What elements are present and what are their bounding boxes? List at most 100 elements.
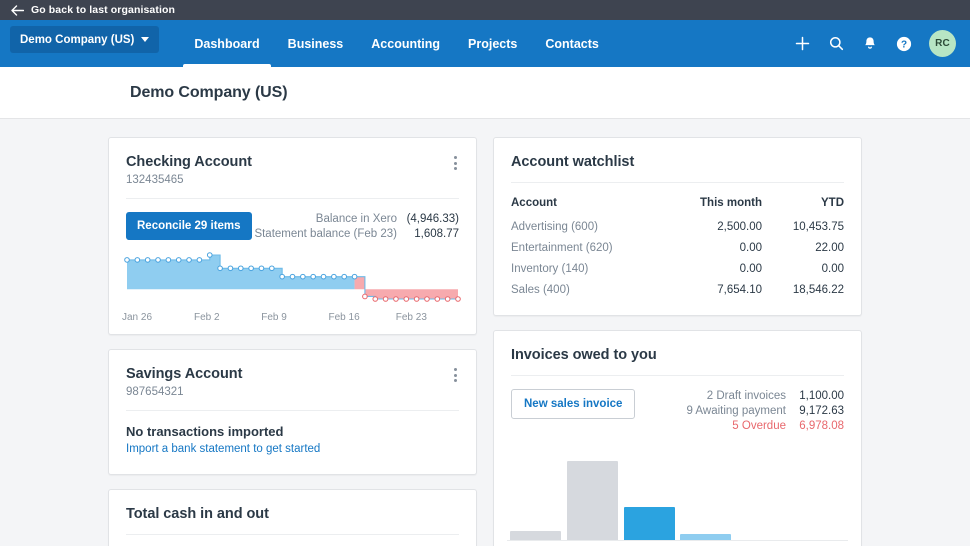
checking-account-number: 132435465	[126, 174, 184, 186]
checking-account-title: Checking Account	[126, 154, 252, 170]
import-statement-link[interactable]: Import a bank statement to get started	[126, 443, 320, 455]
xaxis-tick-label: Feb 9	[261, 312, 287, 323]
nav-items: Dashboard Business Accounting Projects C…	[180, 20, 612, 67]
invoices-owed-header: Invoices owed to you	[494, 331, 861, 363]
invoices-owed-chart: OlderFeb 16-22This weekMar 1-7Mar 8-14Fu…	[494, 435, 861, 546]
cell-this-month: 7,654.10	[717, 283, 762, 296]
invoices-owed-card: Invoices owed to you New sales invoice 2…	[493, 330, 862, 546]
overdue-row[interactable]: 5 Overdue 6,978.08	[686, 420, 844, 432]
bar	[509, 531, 561, 540]
nav-item-business[interactable]: Business	[274, 20, 358, 67]
new-sales-invoice-button[interactable]: New sales invoice	[511, 389, 636, 419]
checking-account-card: Checking Account 132435465 Reconcile 29 …	[108, 137, 477, 335]
draft-invoices-label: 2 Draft invoices	[706, 390, 786, 402]
overdue-label: 5 Overdue	[732, 420, 786, 432]
cell-ytd: 18,546.22	[792, 283, 844, 296]
table-row[interactable]: Inventory (140) 0.00 0.00	[511, 258, 844, 279]
statement-balance-value: 1,608.77	[414, 228, 459, 240]
go-back-link[interactable]: Go back to last organisation	[31, 4, 175, 16]
invoices-owed-title: Invoices owed to you	[511, 347, 657, 363]
cell-account: Inventory (140)	[511, 262, 589, 275]
right-column: Account watchlist Account This month YTD…	[493, 137, 862, 546]
table-row[interactable]: Advertising (600) 2,500.00 10,453.75	[511, 216, 844, 237]
balance-in-xero-label: Balance in Xero	[315, 213, 397, 225]
awaiting-payment-value: 9,172.63	[799, 405, 844, 417]
awaiting-payment-label: 9 Awaiting payment	[686, 405, 786, 417]
table-header-row: Account This month YTD	[511, 193, 844, 216]
awaiting-payment-row[interactable]: 9 Awaiting payment 9,172.63	[686, 405, 844, 417]
svg-text:?: ?	[901, 39, 907, 50]
nav-actions: ? RC	[785, 20, 970, 67]
total-cash-title: Total cash in and out	[126, 506, 269, 522]
table-row[interactable]: Sales (400) 7,654.10 18,546.22	[511, 279, 844, 300]
overdue-value: 6,978.08	[799, 420, 844, 432]
invoices-owed-body: New sales invoice 2 Draft invoices 1,100…	[494, 376, 861, 435]
total-cash-header: Total cash in and out	[109, 490, 476, 522]
savings-empty-title: No transactions imported	[126, 424, 284, 439]
account-watchlist-header: Account watchlist	[494, 138, 861, 170]
cell-this-month: 0.00	[739, 262, 762, 275]
nav-item-label: Dashboard	[194, 36, 260, 51]
total-cash-body	[109, 535, 476, 546]
nav-item-label: Business	[287, 36, 344, 51]
reconcile-button[interactable]: Reconcile 29 items	[126, 212, 252, 240]
bar-column[interactable]	[791, 453, 848, 540]
nav-item-accounting[interactable]: Accounting	[357, 20, 454, 67]
search-icon[interactable]	[819, 27, 853, 61]
bar-series	[507, 453, 848, 541]
checking-account-body: Reconcile 29 items Balance in Xero (4,94…	[109, 199, 476, 243]
avatar-initials: RC	[935, 38, 950, 49]
avatar[interactable]: RC	[929, 30, 956, 57]
invoice-stats: 2 Draft invoices 1,100.00 9 Awaiting pay…	[686, 389, 844, 435]
arrow-left-icon[interactable]	[10, 3, 24, 17]
account-watchlist-title: Account watchlist	[511, 154, 635, 170]
account-watchlist-card: Account watchlist Account This month YTD…	[493, 137, 862, 316]
page-header: Demo Company (US)	[0, 67, 970, 119]
left-column: Checking Account 132435465 Reconcile 29 …	[108, 137, 477, 546]
nav-item-projects[interactable]: Projects	[454, 20, 531, 67]
kebab-menu-icon[interactable]	[447, 153, 463, 173]
column-header-ytd: YTD	[821, 197, 844, 209]
org-selector-label: Demo Company (US)	[20, 33, 135, 46]
bar-chart-xaxis: OlderFeb 16-22This weekMar 1-7Mar 8-14Fu…	[507, 541, 848, 546]
xaxis-tick-label: Jan 26	[122, 312, 153, 323]
statement-balance-row: Statement balance (Feb 23) 1,608.77	[254, 228, 459, 240]
bar	[623, 506, 675, 540]
balance-in-xero-row: Balance in Xero (4,946.33)	[254, 213, 459, 225]
bar-column[interactable]	[564, 453, 621, 540]
balance-summary: Balance in Xero (4,946.33) Statement bal…	[254, 212, 459, 243]
help-icon[interactable]: ?	[887, 27, 921, 61]
page-title: Demo Company (US)	[130, 83, 288, 101]
plus-icon[interactable]	[785, 27, 819, 61]
cell-ytd: 10,453.75	[792, 220, 844, 233]
bar	[680, 534, 732, 540]
draft-invoices-row[interactable]: 2 Draft invoices 1,100.00	[686, 390, 844, 402]
org-banner: Go back to last organisation	[0, 0, 970, 20]
column-header-account: Account	[511, 197, 557, 209]
main-navbar: Demo Company (US) Dashboard Business Acc…	[0, 20, 970, 67]
checking-account-header: Checking Account 132435465	[109, 138, 476, 186]
checking-account-chart-xaxis: Jan 26 Feb 2 Feb 9 Feb 16 Feb 23	[109, 309, 476, 334]
nav-item-label: Accounting	[371, 36, 441, 51]
nav-item-label: Contacts	[545, 36, 599, 51]
nav-item-dashboard[interactable]: Dashboard	[180, 20, 273, 67]
org-selector[interactable]: Demo Company (US)	[10, 26, 160, 53]
nav-item-contacts[interactable]: Contacts	[531, 20, 612, 67]
bar-column[interactable]	[621, 453, 678, 540]
bar-column[interactable]	[677, 453, 734, 540]
checking-account-chart	[109, 243, 476, 309]
bell-icon[interactable]	[853, 27, 887, 61]
xaxis-tick-label: Feb 16	[328, 312, 360, 323]
cell-ytd: 0.00	[821, 262, 844, 275]
savings-account-number: 987654321	[126, 386, 184, 398]
table-row[interactable]: Entertainment (620) 0.00 22.00	[511, 237, 844, 258]
balance-in-xero-value: (4,946.33)	[406, 213, 459, 225]
cell-account: Advertising (600)	[511, 220, 598, 233]
kebab-menu-icon[interactable]	[447, 365, 463, 385]
bar-column[interactable]	[734, 453, 791, 540]
cell-this-month: 0.00	[739, 241, 762, 254]
account-watchlist-table: Account This month YTD Advertising (600)…	[511, 193, 844, 300]
cell-account: Entertainment (620)	[511, 241, 613, 254]
savings-account-title: Savings Account	[126, 366, 243, 382]
bar-column[interactable]	[507, 453, 564, 540]
